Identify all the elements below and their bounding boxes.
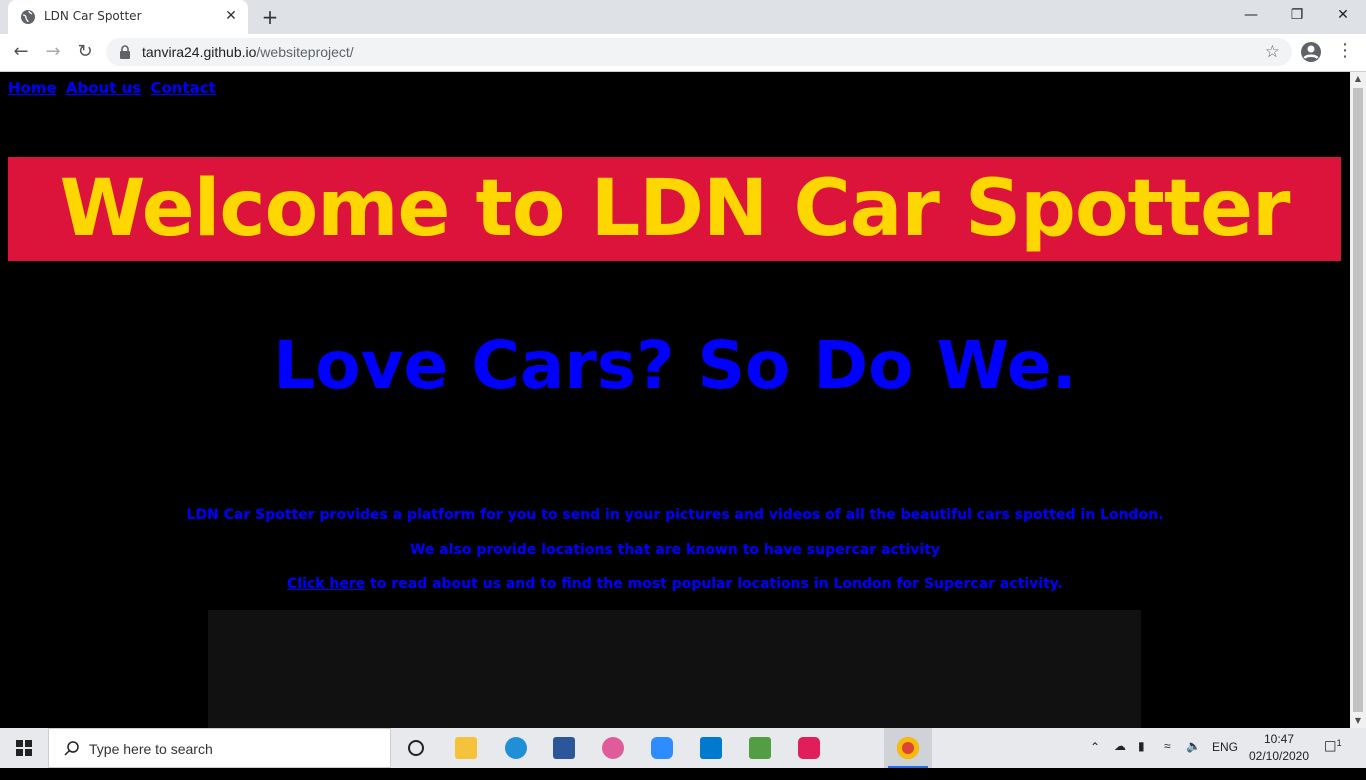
new-tab-button[interactable]: + <box>258 6 282 28</box>
page-viewport: Home About us Contact Welcome to LDN Car… <box>0 72 1350 728</box>
browser-tab[interactable]: LDN Car Spotter ✕ <box>8 0 248 34</box>
slack-icon[interactable] <box>785 728 833 768</box>
banner-title: Welcome to LDN Car Spotter <box>59 164 1291 254</box>
lock-icon <box>120 45 130 59</box>
intro-paragraph: LDN Car Spotter provides a platform for … <box>186 507 1164 523</box>
reload-icon[interactable]: ↻ <box>72 40 98 64</box>
notification-count: 1 <box>1336 738 1342 748</box>
welcome-banner: Welcome to LDN Car Spotter <box>8 157 1341 261</box>
scrollbar-thumb[interactable] <box>1353 88 1363 712</box>
clock-time: 10:47 <box>1263 732 1295 746</box>
wifi-icon[interactable]: ≈ <box>1164 739 1171 779</box>
show-hidden-icons-icon[interactable]: ⌃ <box>1090 740 1100 780</box>
nav-contact-link[interactable]: Contact <box>150 79 215 97</box>
click-here-rest: to read about us and to find the most po… <box>365 576 1063 592</box>
clock-date: 02/10/2020 <box>1248 749 1310 763</box>
vscode-icon[interactable] <box>687 728 735 768</box>
word-icon[interactable] <box>540 728 588 768</box>
onedrive-cloud-icon[interactable]: ☁ <box>1114 739 1126 779</box>
profile-icon[interactable] <box>1300 41 1322 63</box>
tab-close-icon[interactable]: ✕ <box>222 7 240 25</box>
scroll-down-arrow-icon[interactable]: ▼ <box>1350 714 1366 728</box>
itunes-icon[interactable] <box>589 728 637 768</box>
cortana-icon[interactable] <box>392 728 440 768</box>
back-arrow-icon[interactable]: ← <box>8 40 34 64</box>
site-nav: Home About us Contact <box>8 79 220 97</box>
bookmark-star-icon[interactable]: ☆ <box>1265 42 1280 62</box>
browser-menu-icon[interactable]: ⋮ <box>1336 40 1354 64</box>
edge-icon[interactable] <box>492 728 540 768</box>
url-path: /websiteproject/ <box>256 44 354 60</box>
nav-home-link[interactable]: Home <box>8 79 57 97</box>
nav-about-link[interactable]: About us <box>66 79 141 97</box>
nodejs-icon[interactable] <box>736 728 784 768</box>
globe-icon <box>21 10 35 24</box>
tab-title: LDN Car Spotter <box>44 9 142 23</box>
language-indicator[interactable]: ENG <box>1212 740 1238 780</box>
volume-icon[interactable]: 🔈 <box>1186 739 1201 779</box>
url-host: tanvira24.github.io <box>142 44 257 60</box>
taskbar-search-box[interactable]: Type here to search <box>48 728 391 768</box>
locations-paragraph: We also provide locations that are known… <box>409 542 941 558</box>
taskbar-clock[interactable]: 10:47 02/10/2020 <box>1244 731 1314 765</box>
address-bar[interactable]: tanvira24.github.io/websiteproject/ ☆ <box>106 38 1292 66</box>
battery-icon[interactable]: ▮ <box>1138 739 1145 779</box>
browser-tab-strip: LDN Car Spotter ✕ + — ❐ ✕ <box>0 0 1366 34</box>
forward-arrow-icon[interactable]: → <box>40 40 66 64</box>
url-text[interactable]: tanvira24.github.io/websiteproject/ <box>142 44 354 60</box>
tagline-heading: Love Cars? So Do We. <box>273 327 1077 404</box>
notifications-icon[interactable]: ☐1 <box>1324 738 1342 778</box>
zoom-icon[interactable] <box>638 728 686 768</box>
file-explorer-icon[interactable] <box>442 728 490 768</box>
page-scrollbar[interactable]: ▲ ▼ <box>1350 72 1366 728</box>
windows-taskbar: Type here to search ⌃ ☁ ▮ ≈ 🔈 ENG 10:47 … <box>0 728 1366 768</box>
browser-toolbar: ← → ↻ tanvira24.github.io/websiteproject… <box>0 34 1366 72</box>
click-here-link[interactable]: Click here <box>287 576 365 592</box>
video-player[interactable] <box>208 610 1141 728</box>
scroll-up-arrow-icon[interactable]: ▲ <box>1350 72 1366 86</box>
chrome-icon[interactable] <box>884 728 932 768</box>
restore-button[interactable]: ❐ <box>1274 0 1320 32</box>
minimize-button[interactable]: — <box>1228 0 1274 32</box>
windows-start-icon[interactable] <box>0 728 48 768</box>
click-here-paragraph: Click here to read about us and to find … <box>0 576 1350 592</box>
search-icon <box>64 741 79 756</box>
search-placeholder: Type here to search <box>89 741 213 757</box>
close-window-button[interactable]: ✕ <box>1320 0 1366 32</box>
